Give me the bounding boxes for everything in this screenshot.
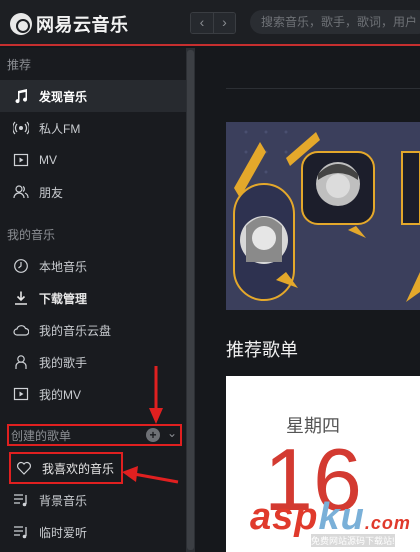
friends-icon bbox=[12, 183, 30, 201]
watermark-part-k: k bbox=[318, 496, 341, 538]
main-content: 推荐歌单 星期四 16 bbox=[195, 48, 420, 552]
watermark-part-u: u bbox=[340, 496, 365, 538]
sidebar-item-label: 私人FM bbox=[39, 121, 81, 136]
section-title-playlists: 推荐歌单 bbox=[226, 340, 298, 360]
chevron-down-icon[interactable]: ⌄ bbox=[167, 426, 177, 440]
music-note-icon bbox=[12, 87, 30, 105]
watermark-part-com: .com bbox=[364, 513, 411, 533]
forward-button[interactable]: › bbox=[213, 13, 235, 33]
cloud-icon bbox=[12, 321, 30, 339]
singer-icon bbox=[12, 353, 30, 371]
sidebar-item-label: 我的音乐云盘 bbox=[39, 323, 112, 338]
sidebar-item-label: 发现音乐 bbox=[39, 89, 88, 104]
sidebar-item-friends[interactable]: 朋友 bbox=[0, 176, 186, 208]
video-icon bbox=[12, 151, 30, 169]
sidebar-item-label: 我的MV bbox=[39, 387, 82, 402]
section-label-created: 创建的歌单 bbox=[11, 428, 72, 443]
clock-icon bbox=[12, 257, 30, 275]
history-nav: ‹ › bbox=[190, 12, 236, 34]
sidebar-item-fm[interactable]: 私人FM bbox=[0, 112, 186, 144]
sidebar-scrollbar[interactable] bbox=[186, 48, 195, 552]
tab-divider bbox=[226, 88, 420, 89]
watermark-subtitle: 免费网站源码下载站! bbox=[311, 534, 395, 547]
sidebar-item-label: 下载管理 bbox=[39, 291, 88, 306]
sidebar-item-temp-fav[interactable]: 临时爱听 bbox=[0, 516, 186, 548]
watermark-part-a: asp bbox=[250, 496, 319, 538]
sidebar-item-label: 临时爱听 bbox=[39, 525, 88, 540]
radio-icon bbox=[12, 119, 30, 137]
playlist-icon bbox=[12, 491, 30, 509]
section-label-my-music: 我的音乐 bbox=[7, 228, 56, 242]
sidebar-item-cloud-disk[interactable]: 我的音乐云盘 bbox=[0, 314, 186, 346]
search-input[interactable]: 搜索音乐，歌手，歌词，用户 bbox=[250, 10, 420, 34]
watermark-logo: aspku.com bbox=[250, 496, 411, 539]
add-playlist-icon[interactable]: + bbox=[146, 428, 160, 442]
sidebar-item-mv[interactable]: MV bbox=[0, 144, 186, 176]
sidebar-item-my-singers[interactable]: 我的歌手 bbox=[0, 346, 186, 378]
sidebar-item-liked-music[interactable]: 我喜欢的音乐 bbox=[9, 452, 123, 484]
sidebar-item-my-mv[interactable]: 我的MV bbox=[0, 378, 186, 410]
scrollbar-thumb[interactable] bbox=[187, 50, 194, 550]
sidebar-item-label: 我喜欢的音乐 bbox=[42, 461, 115, 476]
sidebar-item-label: MV bbox=[39, 153, 57, 167]
download-icon bbox=[12, 289, 30, 307]
sidebar-item-discover[interactable]: 发现音乐 bbox=[0, 80, 186, 112]
video-icon bbox=[12, 385, 30, 403]
netease-logo-icon bbox=[10, 13, 32, 35]
sidebar-item-local-music[interactable]: 本地音乐 bbox=[0, 250, 186, 282]
title-bar: 网易云音乐 ‹ › 搜索音乐，歌手，歌词，用户 bbox=[0, 0, 420, 46]
created-playlists-header[interactable]: 创建的歌单 + ⌄ bbox=[7, 424, 182, 446]
sidebar-item-downloads[interactable]: 下载管理 bbox=[0, 282, 186, 314]
sidebar-item-label: 我的歌手 bbox=[39, 355, 88, 370]
playlist-icon bbox=[12, 523, 30, 541]
heart-icon bbox=[15, 459, 33, 477]
sidebar-item-bgm[interactable]: 背景音乐 bbox=[0, 484, 186, 516]
sidebar-item-label: 背景音乐 bbox=[39, 493, 88, 508]
app-logo[interactable]: 网易云音乐 bbox=[10, 11, 129, 37]
app-title: 网易云音乐 bbox=[36, 15, 129, 35]
back-button[interactable]: ‹ bbox=[191, 13, 213, 33]
sidebar-item-label: 朋友 bbox=[39, 185, 64, 200]
sidebar-item-label: 本地音乐 bbox=[39, 259, 88, 274]
banner-image[interactable] bbox=[226, 122, 420, 310]
section-label-recommend: 推荐 bbox=[7, 58, 32, 72]
